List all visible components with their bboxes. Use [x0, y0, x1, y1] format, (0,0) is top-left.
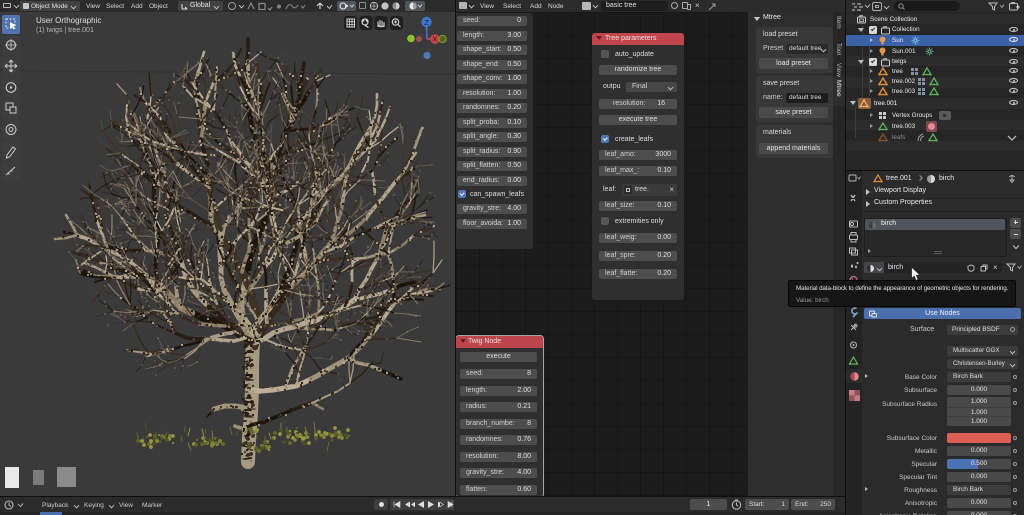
svg-text:X: X	[433, 37, 438, 44]
svg-text:Z: Z	[424, 18, 429, 27]
